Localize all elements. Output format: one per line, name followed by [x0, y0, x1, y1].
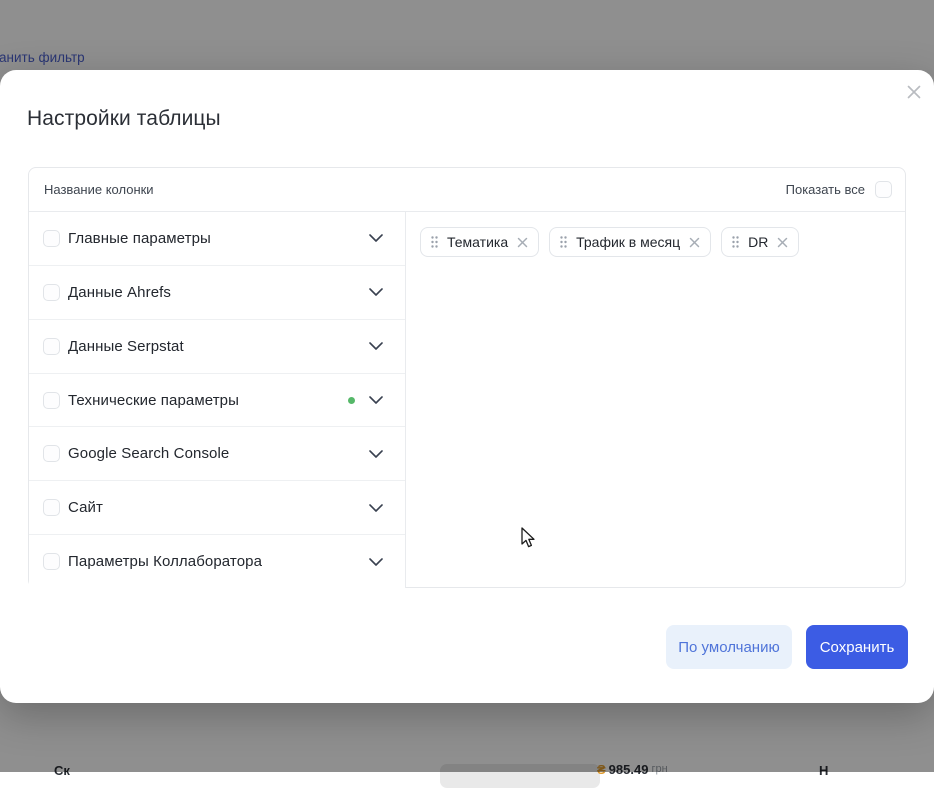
category-checkbox[interactable]	[43, 338, 60, 355]
drag-handle-icon[interactable]	[732, 236, 739, 248]
modal-footer: По умолчанию Сохранить	[666, 625, 908, 669]
table-settings-modal: Настройки таблицы Название колонки Показ…	[0, 70, 934, 703]
show-all-checkbox[interactable]	[875, 181, 892, 198]
category-row-technical-params[interactable]: Технические параметры	[29, 374, 405, 428]
columns-panel: Название колонки Показать все Главные па…	[28, 167, 906, 588]
remove-icon[interactable]	[517, 237, 528, 248]
category-checkbox[interactable]	[43, 445, 60, 462]
category-checkbox[interactable]	[43, 230, 60, 247]
chip-label: DR	[748, 234, 768, 250]
panel-header: Название колонки Показать все	[29, 168, 905, 212]
remove-icon[interactable]	[777, 237, 788, 248]
category-label: Параметры Коллаборатора	[68, 553, 262, 570]
selected-columns-area: Тематика Трафик в месяц	[406, 212, 905, 588]
category-label: Данные Serpstat	[68, 338, 184, 355]
category-checkbox[interactable]	[43, 392, 60, 409]
chevron-down-icon[interactable]	[369, 555, 383, 569]
chevron-down-icon[interactable]	[369, 501, 383, 515]
column-chip-traffic[interactable]: Трафик в месяц	[549, 227, 711, 257]
chip-label: Тематика	[447, 234, 508, 250]
category-row-collaborator-params[interactable]: Параметры Коллаборатора	[29, 535, 405, 588]
chevron-down-icon[interactable]	[369, 393, 383, 407]
category-row-main-params[interactable]: Главные параметры	[29, 212, 405, 266]
show-all-label: Показать все	[786, 182, 865, 197]
chevron-down-icon[interactable]	[369, 339, 383, 353]
category-label: Google Search Console	[68, 445, 229, 462]
column-name-label: Название колонки	[44, 182, 154, 197]
category-row-ahrefs[interactable]: Данные Ahrefs	[29, 266, 405, 320]
modal-title: Настройки таблицы	[27, 106, 221, 131]
category-checkbox[interactable]	[43, 499, 60, 516]
category-checkbox[interactable]	[43, 553, 60, 570]
close-icon[interactable]	[905, 83, 923, 101]
category-row-site[interactable]: Сайт	[29, 481, 405, 535]
chevron-down-icon[interactable]	[369, 231, 383, 245]
drag-handle-icon[interactable]	[431, 236, 438, 248]
save-button[interactable]: Сохранить	[806, 625, 908, 669]
chevron-down-icon[interactable]	[369, 285, 383, 299]
drag-handle-icon[interactable]	[560, 236, 567, 248]
column-chip-dr[interactable]: DR	[721, 227, 799, 257]
remove-icon[interactable]	[689, 237, 700, 248]
category-label: Главные параметры	[68, 230, 211, 247]
category-row-serpstat[interactable]: Данные Serpstat	[29, 320, 405, 374]
panel-body: Главные параметры Данные Ahrefs	[29, 212, 905, 588]
column-chip-tematika[interactable]: Тематика	[420, 227, 539, 257]
category-label: Данные Ahrefs	[68, 284, 171, 301]
default-button[interactable]: По умолчанию	[666, 625, 792, 669]
category-row-google-search-console[interactable]: Google Search Console	[29, 427, 405, 481]
category-list: Главные параметры Данные Ahrefs	[29, 212, 406, 588]
category-label: Сайт	[68, 499, 103, 516]
chevron-down-icon[interactable]	[369, 447, 383, 461]
category-label: Технические параметры	[68, 392, 239, 409]
chip-label: Трафик в месяц	[576, 234, 680, 250]
new-indicator-dot	[348, 397, 355, 404]
category-checkbox[interactable]	[43, 284, 60, 301]
